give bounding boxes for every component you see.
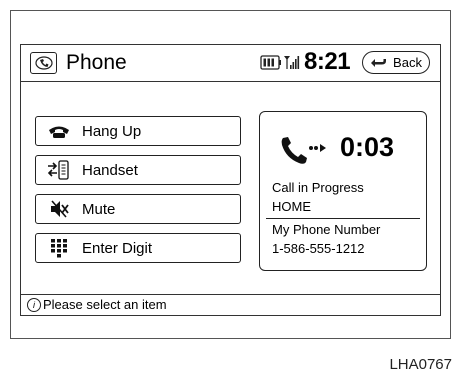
enter-digit-button[interactable]: Enter Digit [35,233,241,263]
clock: 8:21 [304,48,351,75]
phone-screen: Phone 8:21 Back Hang Up Handset Mute Ent… [20,44,441,316]
back-button[interactable]: Back [362,51,430,74]
back-arrow-icon [371,58,387,67]
battery-icon [260,55,281,70]
enter-digit-label: Enter Digit [82,239,153,257]
contact-name: HOME [272,199,311,214]
hang-up-button[interactable]: Hang Up [35,116,241,146]
call-timer: 0:03 [340,132,395,162]
signal-icon [284,56,300,69]
mute-button[interactable]: Mute [35,194,241,224]
back-label: Back [393,55,422,70]
status-bar: i Please select an item [21,294,440,315]
panel-divider [266,218,420,219]
info-icon: i [27,298,41,312]
status-icons [260,53,300,78]
keypad-icon [46,238,72,258]
figure-reference: LHA0767 [389,356,452,373]
call-info-panel: 0:03 Call in Progress HOME My Phone Numb… [259,111,427,271]
hang-up-label: Hang Up [82,122,142,140]
call-status: Call in Progress [272,180,364,195]
mute-label: Mute [82,200,116,218]
handset-label: Handset [82,161,138,179]
phone-app-icon [30,52,57,74]
call-active-icon [280,134,336,171]
handset-icon [46,160,72,180]
hang-up-icon [46,124,72,138]
page-title: Phone [66,51,127,74]
title-bar: Phone 8:21 Back [21,45,440,82]
status-message: Please select an item [43,297,167,312]
mute-icon [46,200,72,218]
handset-button[interactable]: Handset [35,155,241,185]
my-number: 1-586-555-1212 [272,241,365,256]
my-number-label: My Phone Number [272,222,381,237]
